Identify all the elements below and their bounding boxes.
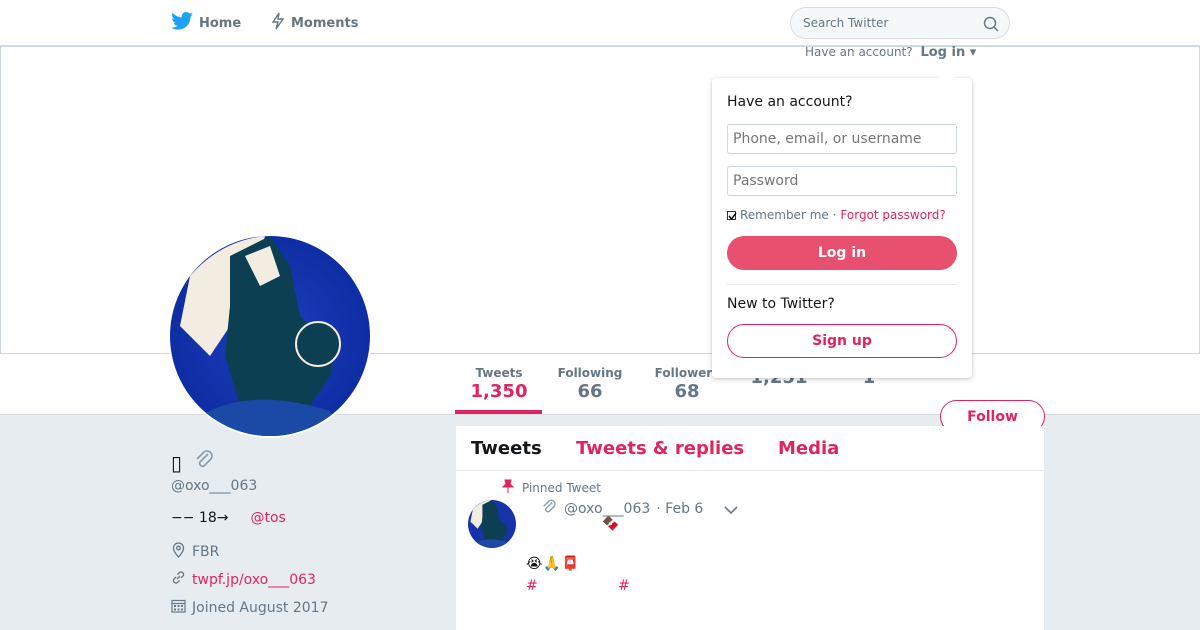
tweet-header: @oxo___063 · Feb 6	[540, 498, 703, 520]
timeline-tabs: Tweets Tweets & replies Media	[456, 426, 1044, 471]
location-pin-icon	[171, 542, 186, 562]
calendar-icon	[171, 598, 186, 617]
bio-mention-link[interactable]: @tos	[250, 510, 285, 526]
profile-handle: @oxo___063	[171, 478, 258, 494]
new-to-twitter-text: New to Twitter?	[727, 296, 835, 312]
location-text: FBR	[192, 544, 220, 560]
tab-media[interactable]: Media	[778, 438, 839, 459]
login-button[interactable]: Log in	[727, 236, 957, 270]
login-dropdown-link[interactable]: Log in ▾	[920, 45, 976, 60]
name-glyph: ▯	[171, 450, 183, 475]
stat-tweets[interactable]: Tweets 1,350	[469, 366, 529, 402]
divider	[727, 284, 957, 285]
have-account-text: Have an account?	[805, 45, 913, 59]
timeline: Tweets Tweets & replies Media Pinned Twe…	[456, 426, 1044, 630]
nav-home-label: Home	[199, 15, 242, 31]
link-icon	[171, 570, 186, 589]
nav-moments[interactable]: Moments	[271, 12, 358, 34]
password-field[interactable]	[727, 166, 957, 196]
username-field[interactable]	[727, 124, 957, 154]
remember-me-row: Remember me · Forgot password?	[727, 208, 946, 222]
active-stat-underline	[455, 410, 542, 414]
top-navigation-bar: Home Moments Search Twitter	[0, 0, 1200, 46]
tweet-handle[interactable]: @oxo___063	[564, 501, 650, 517]
profile-location: FBR	[171, 542, 219, 562]
lightning-bolt-icon	[271, 12, 285, 34]
remember-me-checkbox[interactable]	[727, 210, 737, 220]
remember-me-label: Remember me ·	[740, 208, 837, 222]
tab-tweets-replies[interactable]: Tweets & replies	[576, 438, 744, 459]
profile-url-link[interactable]: twpf.jp/oxo___063	[192, 572, 316, 588]
hashtag-link[interactable]: #	[618, 578, 630, 594]
profile-bio: −− 18→ @tos	[171, 510, 286, 526]
profile-url: twpf.jp/oxo___063	[171, 570, 316, 589]
stat-label: Tweets	[475, 366, 523, 380]
profile-avatar[interactable]	[168, 234, 372, 438]
twitter-bird-icon	[171, 12, 193, 34]
profile-join-date: Joined August 2017	[171, 598, 328, 617]
have-account-toggle[interactable]: Have an account? Log in ▾	[805, 45, 976, 60]
forgot-password-link[interactable]: Forgot password?	[840, 208, 945, 222]
nav-home[interactable]: Home	[171, 12, 241, 34]
nav-moments-label: Moments	[291, 15, 359, 31]
pin-icon	[501, 479, 515, 496]
login-dropdown: Have an account? Remember me · Forgot pa…	[712, 70, 972, 378]
search-icon[interactable]	[983, 16, 999, 36]
tweet-text-line1: 🍫	[602, 516, 620, 532]
pinned-text: Pinned Tweet	[522, 480, 601, 495]
search-input[interactable]: Search Twitter	[790, 7, 1010, 39]
pinned-tweet-label: Pinned Tweet	[501, 479, 601, 496]
search-placeholder: Search Twitter	[803, 16, 889, 30]
stat-following[interactable]: Following 66	[555, 366, 625, 402]
tweet-date[interactable]: · Feb 6	[656, 501, 703, 517]
join-date-text: Joined August 2017	[192, 599, 329, 616]
stat-value: 66	[577, 381, 603, 402]
chevron-down-icon[interactable]	[724, 500, 738, 519]
tab-tweets[interactable]: Tweets	[471, 438, 542, 459]
paperclip-icon	[192, 448, 216, 477]
stat-label: Following	[557, 366, 623, 380]
signup-button[interactable]: Sign up	[727, 324, 957, 358]
stat-value: 1,350	[470, 381, 528, 402]
profile-name: ▯	[171, 448, 216, 477]
tweet-avatar[interactable]	[468, 500, 516, 548]
dropdown-title: Have an account?	[727, 94, 853, 110]
hashtag-link[interactable]: #	[526, 578, 538, 594]
paperclip-icon	[540, 498, 558, 520]
stat-value: 68	[674, 381, 700, 402]
bio-text: −− 18→	[171, 510, 229, 526]
tweet-text-emoji: 😭🙏📮	[526, 556, 581, 572]
